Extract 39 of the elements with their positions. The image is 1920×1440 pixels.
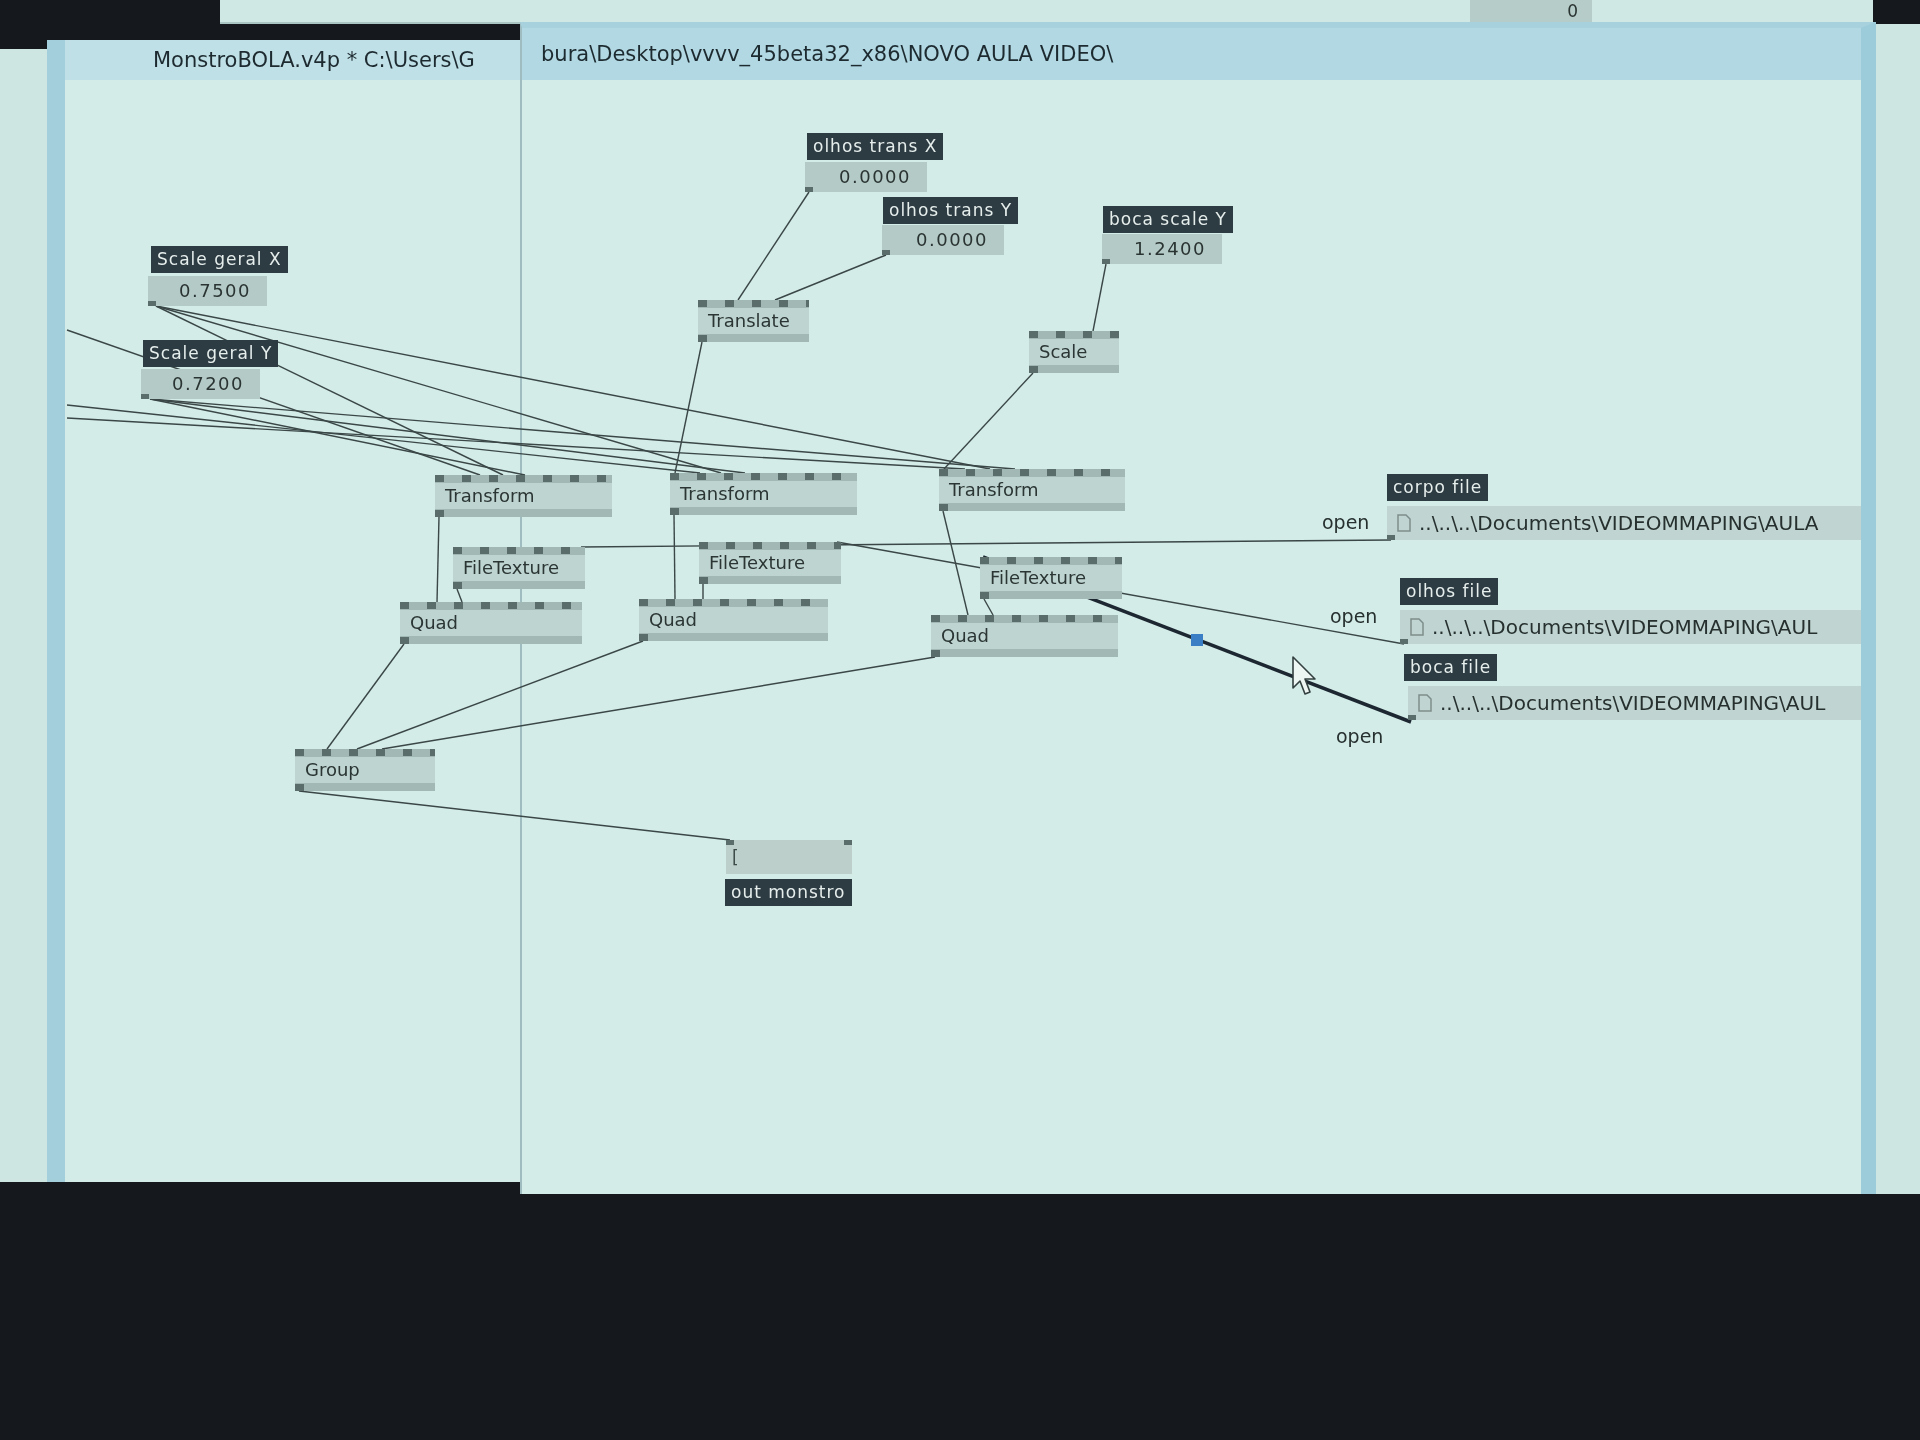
value-field[interactable]: 1.2400 — [1102, 234, 1222, 264]
patch-node[interactable]: Scale — [1029, 331, 1119, 373]
connection-label: open — [1330, 604, 1378, 628]
patch-node[interactable]: Quad — [639, 599, 828, 641]
file-path-field[interactable]: ..\..\..\Documents\VIDEOMMAPING\AUL — [1400, 610, 1861, 644]
value-field[interactable]: [ — [726, 840, 852, 874]
patch-cord — [456, 588, 463, 603]
connection-label: open — [1322, 510, 1370, 534]
node-label: olhos trans Y — [883, 197, 1019, 224]
value-field[interactable]: 0.0000 — [805, 162, 927, 192]
patch-node[interactable]: Group — [295, 749, 435, 791]
patch-node[interactable]: FileTexture — [980, 557, 1122, 599]
file-icon — [1397, 514, 1411, 532]
window-title: MonstroBOLA.v4p * C:\Users\G — [153, 48, 475, 72]
node-label: olhos trans X — [807, 133, 944, 160]
patch-node[interactable]: Transform — [435, 475, 612, 517]
patch-cord — [1092, 263, 1107, 332]
file-icon — [1418, 694, 1432, 712]
file-icon — [1410, 618, 1424, 636]
node-label: olhos file — [1400, 578, 1499, 605]
node-label: boca scale Y — [1103, 206, 1233, 233]
patch-node[interactable]: Transform — [939, 469, 1125, 511]
patch-node[interactable]: FileTexture — [453, 547, 585, 589]
file-path-field[interactable]: ..\..\..\Documents\VIDEOMMAPING\AULA — [1387, 506, 1861, 540]
patch-node[interactable]: Transform — [670, 473, 857, 515]
value-field[interactable]: 0.7500 — [148, 276, 267, 306]
window-title: bura\Desktop\vvvv_45beta32_x86\NOVO AULA VIDEO\ — [541, 42, 1114, 66]
node-label: out monstro — [725, 879, 852, 906]
node-label: boca file — [1404, 654, 1498, 681]
file-path-field[interactable]: ..\..\..\Documents\VIDEOMMAPING\AUL — [1408, 686, 1861, 720]
patch-node[interactable]: FileTexture — [699, 542, 841, 584]
value-field[interactable]: 0.0000 — [882, 225, 1004, 255]
node-label: Scale geral X — [151, 246, 288, 273]
value-field[interactable]: 0 — [1470, 0, 1592, 22]
connection-label: open — [1336, 724, 1384, 748]
node-label: corpo file — [1387, 474, 1489, 501]
pointer-cursor-icon — [1292, 656, 1318, 696]
patch-node[interactable]: Quad — [400, 602, 582, 644]
patch-node[interactable]: Quad — [931, 615, 1118, 657]
